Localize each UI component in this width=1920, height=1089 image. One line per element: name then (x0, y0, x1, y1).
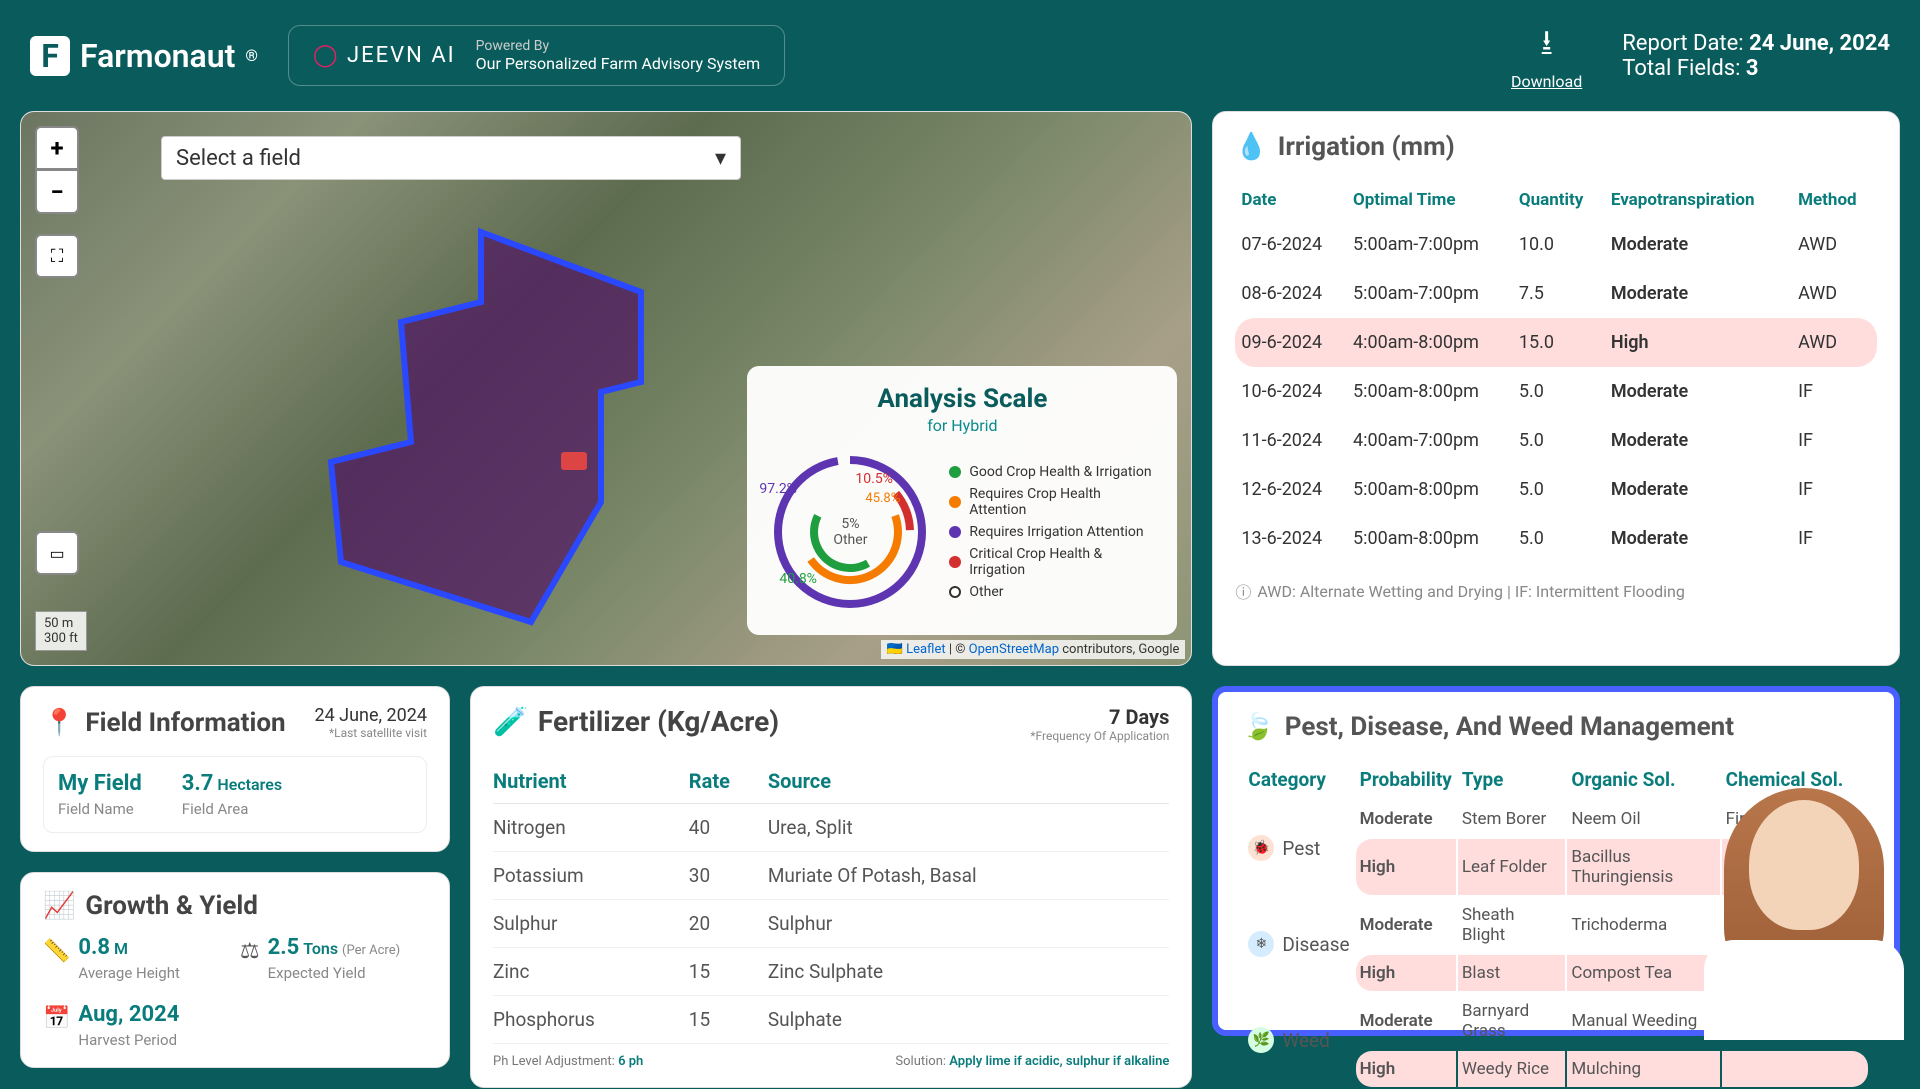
scale-icon: ⚖ (240, 939, 260, 964)
jeevn-logo: ◯ JEEVN AI (313, 43, 456, 68)
table-row: Sulphur20Sulphur (493, 900, 1169, 948)
field-polygon[interactable] (301, 222, 761, 642)
brand-name: Farmonaut (80, 37, 235, 75)
fertilizer-title: Fertilizer (Kg/Acre) (538, 705, 779, 738)
growth-title: Growth & Yield (85, 891, 258, 921)
analysis-scale-card: Analysis Scale for Hybrid 97.2% 10.5% 45… (747, 366, 1177, 635)
irrigation-title: Irrigation (mm) (1278, 132, 1455, 162)
zoom-in-button[interactable]: + (35, 126, 79, 170)
report-info: Report Date: 24 June, 2024 Total Fields:… (1622, 31, 1890, 81)
location-icon: 📍 (43, 708, 75, 738)
table-row: 08-6-20245:00am-7:00pm7.5ModerateAWD (1235, 269, 1877, 318)
jeevn-box: ◯ JEEVN AI Powered By Our Personalized F… (288, 25, 785, 86)
table-row: 12-6-20245:00am-8:00pm5.0ModerateIF (1235, 465, 1877, 514)
download-icon: ⭳ (1542, 20, 1552, 68)
donut-chart: 97.2% 10.5% 45.8% 40.8% 5%Other (765, 447, 935, 617)
growth-yield-card: 📈Growth & Yield 📏 0.8 M Average Height ⚖ (20, 872, 450, 1068)
leaf-icon: 🍃 (1242, 712, 1274, 742)
fertilizer-table: NutrientRateSource Nitrogen40Urea, Split… (493, 759, 1169, 1044)
fullscreen-button[interactable]: ⛶ (35, 234, 79, 278)
analysis-title: Analysis Scale (765, 384, 1159, 414)
map-scale: 50 m300 ft (35, 611, 87, 651)
table-row: Nitrogen40Urea, Split (493, 804, 1169, 852)
table-row: Potassium30Muriate Of Potash, Basal (493, 852, 1169, 900)
ruler-icon: 📏 (43, 939, 70, 964)
zoom-out-button[interactable]: − (35, 170, 79, 214)
table-row: Phosphorus15Sulphate (493, 996, 1169, 1044)
assistant-avatar (1704, 780, 1904, 1040)
water-icon: 💧 (1235, 132, 1267, 162)
irrigation-footer: AWD: Alternate Wetting and Drying | IF: … (1257, 582, 1684, 601)
info-icon: ⓘ (1235, 579, 1251, 603)
map-attribution: 🇺🇦 Leaflet | © OpenStreetMap contributor… (881, 640, 1186, 659)
calendar-icon: 📅 (43, 1006, 70, 1031)
brand-logo: F Farmonaut ® (30, 36, 258, 76)
download-label: Download (1511, 72, 1582, 91)
chevron-down-icon: ▾ (715, 146, 726, 171)
table-row: 07-6-20245:00am-7:00pm10.0ModerateAWD (1235, 220, 1877, 269)
flask-icon: 🧪 (493, 705, 528, 738)
field-name: My Field (58, 771, 142, 796)
field-area: 3.7 (182, 771, 214, 796)
brand-icon: F (30, 36, 70, 76)
analysis-legend: Good Crop Health & IrrigationRequires Cr… (949, 458, 1159, 606)
map-panel[interactable]: + − ⛶ ▭ Select a field ▾ Analysis Scale … (20, 111, 1192, 666)
irrigation-card: 💧 Irrigation (mm) DateOptimal TimeQuantit… (1212, 111, 1900, 666)
measure-button[interactable]: ▭ (35, 531, 79, 575)
field-select-dropdown[interactable]: Select a field ▾ (161, 136, 741, 180)
field-select-placeholder: Select a field (176, 146, 301, 171)
growth-icon: 📈 (43, 891, 75, 921)
analysis-subtitle: for Hybrid (765, 416, 1159, 435)
fertilizer-card: 🧪Fertilizer (Kg/Acre) 7 Days*Frequency O… (470, 686, 1192, 1088)
brand-trademark: ® (245, 46, 258, 65)
pest-management-card: 🍃Pest, Disease, And Weed Management Cate… (1212, 686, 1900, 1036)
irrigation-table: DateOptimal TimeQuantityEvapotranspirati… (1235, 180, 1877, 563)
field-info-title: Field Information (85, 708, 285, 738)
download-button[interactable]: ⭳ Download (1511, 20, 1582, 91)
field-information-card: 📍Field Information 24 June, 2024*Last sa… (20, 686, 450, 852)
jeevn-text: Powered By Our Personalized Farm Advisor… (476, 38, 760, 73)
table-row: 11-6-20244:00am-7:00pm5.0ModerateIF (1235, 416, 1877, 465)
table-row: 09-6-20244:00am-8:00pm15.0HighAWD (1235, 318, 1877, 367)
table-row: Zinc15Zinc Sulphate (493, 948, 1169, 996)
table-row: 10-6-20245:00am-8:00pm5.0ModerateIF (1235, 367, 1877, 416)
pest-title: Pest, Disease, And Weed Management (1285, 712, 1734, 742)
table-row: 13-6-20245:00am-8:00pm5.0ModerateIF (1235, 514, 1877, 563)
